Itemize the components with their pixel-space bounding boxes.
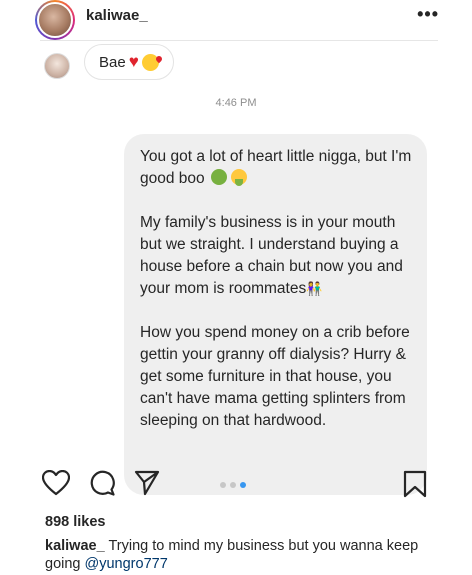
post-caption: kaliwae_ Trying to mind my business but … — [45, 537, 445, 573]
bookmark-icon[interactable] — [403, 470, 427, 503]
nauseated-face-emoji-icon — [210, 169, 227, 185]
outgoing-paragraph-1: You got a lot of heart little nigga, but… — [140, 146, 413, 190]
header-username[interactable]: kaliwae_ — [86, 7, 148, 24]
caption-username[interactable]: kaliwae_ — [45, 538, 105, 554]
caption-mention-link[interactable]: @yungro777 — [85, 556, 168, 572]
sender-avatar — [44, 53, 70, 79]
profile-avatar[interactable] — [35, 0, 75, 40]
share-icon[interactable] — [134, 470, 160, 501]
carousel-dot-active — [240, 482, 246, 488]
carousel-indicator — [220, 482, 246, 488]
more-options-icon[interactable]: ••• — [417, 4, 439, 25]
likes-count[interactable]: 898 likes — [45, 514, 105, 530]
carousel-dot — [220, 482, 226, 488]
post-header: kaliwae_ ••• — [0, 0, 472, 40]
comment-icon[interactable] — [89, 470, 115, 501]
outgoing-paragraph-2: My family's business is in your mouth bu… — [140, 212, 413, 300]
heart-icon[interactable] — [41, 469, 71, 501]
vomiting-face-emoji-icon — [231, 169, 248, 186]
message-timestamp: 4:46 PM — [215, 97, 257, 109]
incoming-message-bubble: Bae ♥ — [84, 44, 174, 80]
red-heart-emoji-icon: ♥ — [128, 52, 139, 71]
profile-avatar-image — [37, 2, 73, 38]
outgoing-paragraph-3: How you spend money on a crib before get… — [140, 324, 410, 429]
man-and-woman-emoji-icon: 👫 — [306, 281, 322, 296]
dm-screenshot: Bae ♥ 4:46 PM You got a lot of heart lit… — [0, 41, 472, 495]
outgoing-paragraph-1-text: You got a lot of heart little nigga, but… — [140, 148, 412, 187]
carousel-dot — [230, 482, 236, 488]
outgoing-message-bubble: You got a lot of heart little nigga, but… — [124, 134, 427, 495]
incoming-message-text: Bae — [99, 53, 126, 71]
outgoing-paragraph-2-text: My family's business is in your mouth bu… — [140, 214, 403, 297]
post-action-bar — [0, 462, 472, 504]
face-blowing-kiss-emoji-icon — [141, 53, 159, 71]
